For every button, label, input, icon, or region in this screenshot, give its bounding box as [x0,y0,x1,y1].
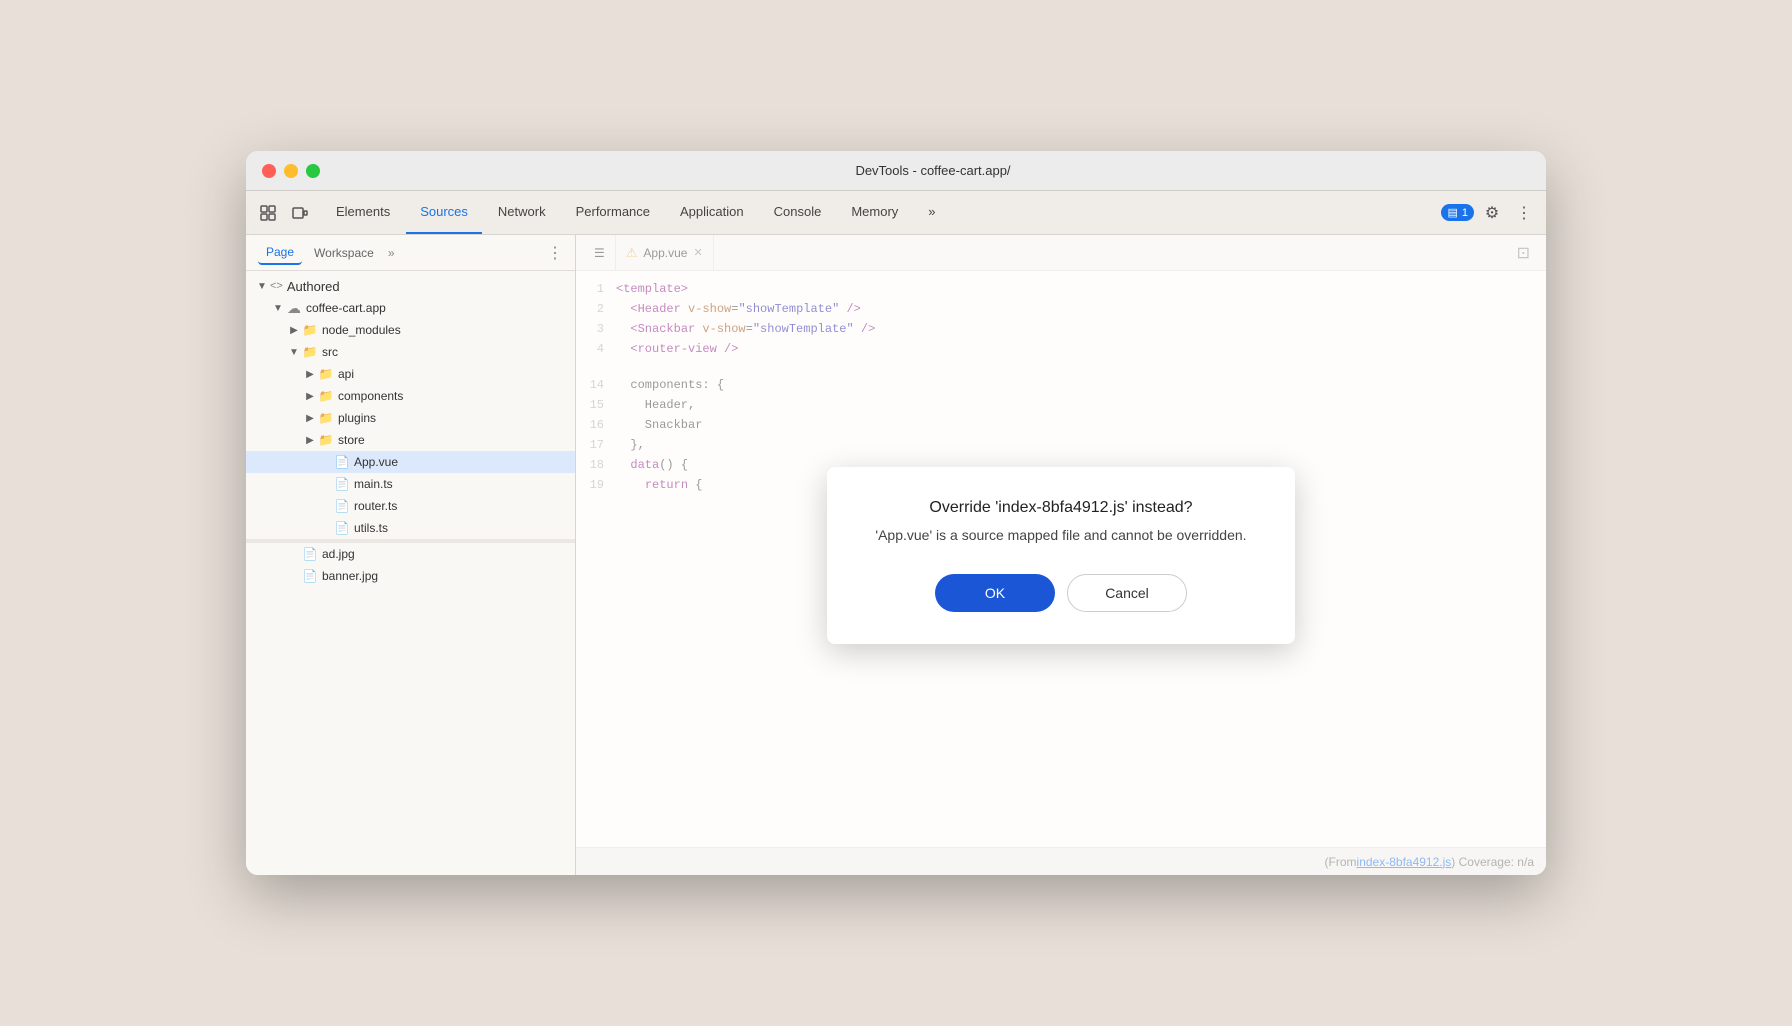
nav-tabs: Elements Sources Network Performance App… [322,191,950,234]
app-vue-file-icon: 📄 [334,454,350,470]
dialog-title: Override 'index-8bfa4912.js' instead? [875,499,1246,517]
folder-icon: 📁 [302,322,318,338]
tree-item-main-ts[interactable]: ▶ 📄 main.ts [246,473,575,495]
authored-arrow: ▼ [254,278,270,294]
tab-sources[interactable]: Sources [406,191,482,234]
window-title: DevTools - coffee-cart.app/ [336,163,1530,178]
tab-more[interactable]: » [914,191,949,234]
router-ts-file-icon: 📄 [334,498,350,514]
dialog-cancel-button[interactable]: Cancel [1067,574,1187,612]
main-ts-file-icon: 📄 [334,476,350,492]
close-button[interactable] [262,164,276,178]
devtools-window: DevTools - coffee-cart.app/ El [246,151,1546,875]
toolbar-icons [254,191,314,234]
tab-network[interactable]: Network [484,191,560,234]
components-folder-icon: 📁 [318,388,334,404]
maximize-button[interactable] [306,164,320,178]
toolbar: Elements Sources Network Performance App… [246,191,1546,235]
api-folder-icon: 📁 [318,366,334,382]
tree-item-app-vue[interactable]: ▶ 📄 App.vue [246,451,575,473]
sidebar-tabs: Page Workspace » ⋮ [246,235,575,271]
tree-item-src[interactable]: ▼ 📁 src [246,341,575,363]
tree-item-plugins[interactable]: ▶ 📁 plugins [246,407,575,429]
root-arrow: ▼ [270,300,286,316]
sidebar: Page Workspace » ⋮ ▼ <> Authored ▼ [246,235,576,875]
settings-icon[interactable]: ⚙ [1478,199,1506,227]
ad-jpg-file-icon: 📄 [302,546,318,562]
components-arrow: ▶ [302,388,318,404]
code-brackets-icon: <> [270,280,283,292]
title-bar: DevTools - coffee-cart.app/ [246,151,1546,191]
editor-area: ☰ ⚠ App.vue ✕ ⊡ 1 <template> 2 [576,235,1546,875]
console-badge[interactable]: ▤ 1 [1441,204,1474,221]
dialog-message: 'App.vue' is a source mapped file and ca… [875,525,1246,546]
utils-ts-file-icon: 📄 [334,520,350,536]
src-folder-icon: 📁 [302,344,318,360]
minimize-button[interactable] [284,164,298,178]
plugins-folder-icon: 📁 [318,410,334,426]
tree-item-utils-ts[interactable]: ▶ 📄 utils.ts [246,517,575,539]
tree-item-components[interactable]: ▶ 📁 components [246,385,575,407]
tree-item-ad-jpg[interactable]: ▶ 📄 ad.jpg [246,543,575,565]
toolbar-right: ▤ 1 ⚙ ⋮ [1441,191,1538,234]
traffic-lights [262,164,320,178]
sidebar-tab-workspace[interactable]: Workspace [306,242,382,264]
inspect-icon[interactable] [254,199,282,227]
store-folder-icon: 📁 [318,432,334,448]
src-arrow: ▼ [286,344,302,360]
console-icon: ▤ [1447,206,1457,219]
cloud-icon: ☁ [286,300,302,316]
device-icon[interactable] [286,199,314,227]
more-menu-icon[interactable]: ⋮ [1510,199,1538,227]
dialog-buttons: OK Cancel [875,574,1246,612]
dialog: Override 'index-8bfa4912.js' instead? 'A… [827,467,1294,644]
store-arrow: ▶ [302,432,318,448]
authored-section[interactable]: ▼ <> Authored [246,275,575,297]
sidebar-menu-icon[interactable]: ⋮ [547,243,563,263]
tab-application[interactable]: Application [666,191,758,234]
tree-item-router-ts[interactable]: ▶ 📄 router.ts [246,495,575,517]
tab-memory[interactable]: Memory [837,191,912,234]
tab-performance[interactable]: Performance [562,191,664,234]
sidebar-tab-page[interactable]: Page [258,241,302,265]
main-content: Page Workspace » ⋮ ▼ <> Authored ▼ [246,235,1546,875]
tree-item-store[interactable]: ▶ 📁 store [246,429,575,451]
tree-item-node_modules[interactable]: ▶ 📁 node_modules [246,319,575,341]
tree-item-banner-jpg[interactable]: ▶ 📄 banner.jpg [246,565,575,587]
api-arrow: ▶ [302,366,318,382]
dialog-overlay: Override 'index-8bfa4912.js' instead? 'A… [576,235,1546,875]
tree-item-api[interactable]: ▶ 📁 api [246,363,575,385]
sidebar-tab-more[interactable]: » [388,246,395,260]
dialog-ok-button[interactable]: OK [935,574,1055,612]
tree-item-root[interactable]: ▼ ☁ coffee-cart.app [246,297,575,319]
plugins-arrow: ▶ [302,410,318,426]
banner-jpg-file-icon: 📄 [302,568,318,584]
tab-console[interactable]: Console [760,191,836,234]
file-tree: ▼ <> Authored ▼ ☁ coffee-cart.app ▶ 📁 no… [246,271,575,591]
tab-elements[interactable]: Elements [322,191,404,234]
node-modules-arrow: ▶ [286,322,302,338]
